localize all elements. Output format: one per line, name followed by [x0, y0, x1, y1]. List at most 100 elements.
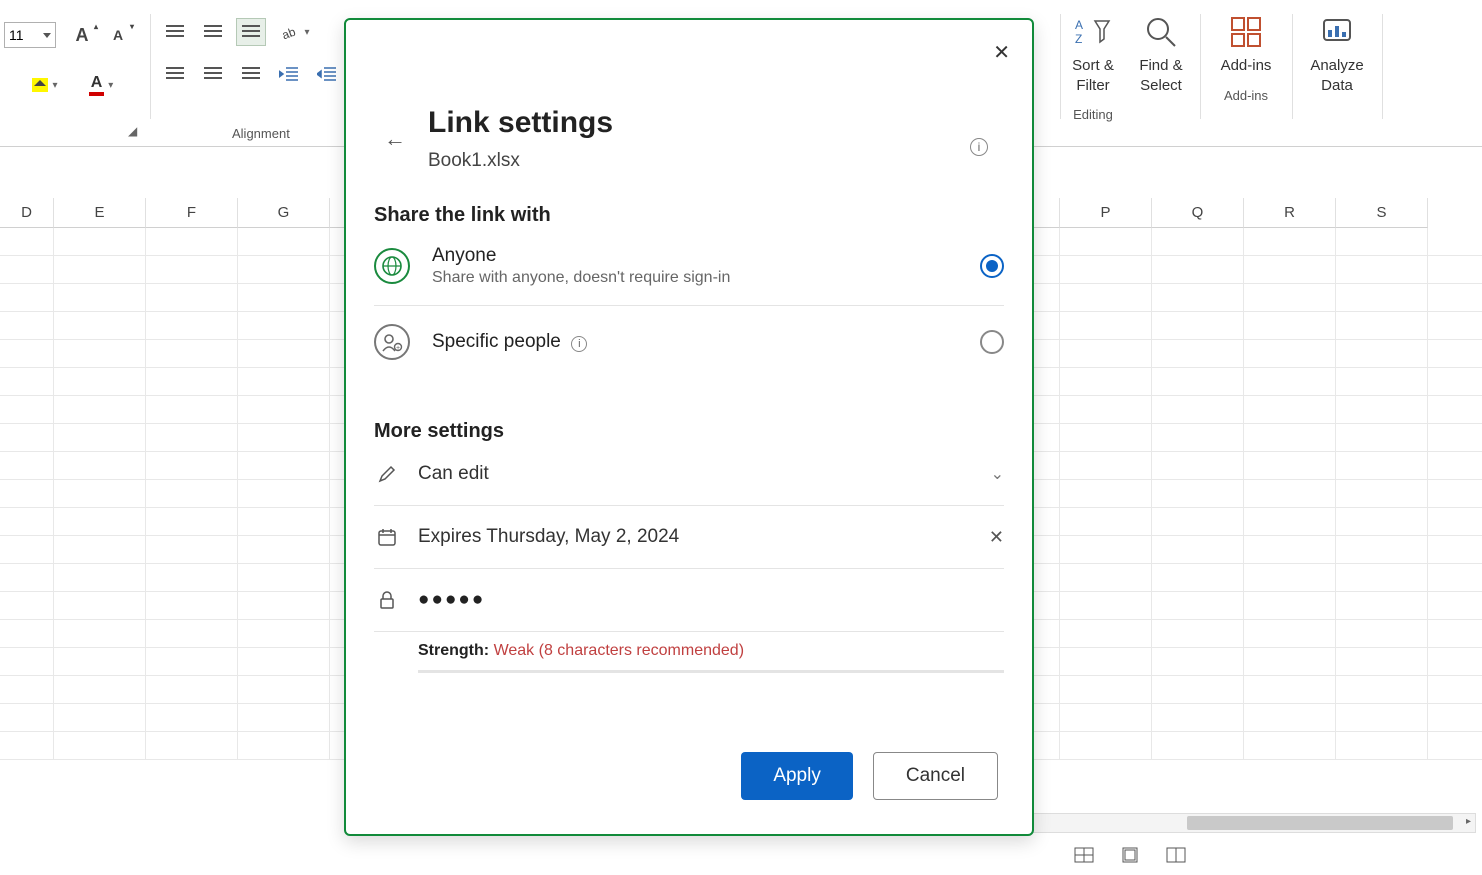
analyze-data-button[interactable]: Analyze Data [1296, 10, 1378, 95]
fill-color-button[interactable]: ▾ [28, 70, 62, 100]
find-select-button[interactable]: Find & Select [1126, 10, 1196, 95]
strength-label: Strength: [418, 642, 489, 659]
column-header[interactable]: D [0, 198, 54, 228]
chevron-down-icon[interactable]: ⌄ [991, 464, 1004, 484]
align-top-button[interactable] [160, 18, 190, 46]
column-header[interactable]: R [1244, 198, 1336, 228]
more-settings-heading: More settings [374, 420, 1004, 443]
dialog-footer: Apply Cancel [741, 752, 998, 800]
apply-button[interactable]: Apply [741, 752, 853, 800]
font-size-combo[interactable]: 11 [4, 22, 56, 48]
sort-filter-button[interactable]: AZ Sort & Filter Editing [1064, 10, 1122, 122]
analyze-icon [1315, 10, 1359, 54]
horizontal-scrollbar[interactable] [1030, 813, 1476, 833]
radio-selected[interactable] [980, 254, 1004, 278]
align-right-button[interactable] [236, 60, 266, 88]
clear-expiration-button[interactable]: ✕ [989, 527, 1004, 548]
share-option-specific[interactable]: + Specific people i [374, 306, 1004, 378]
align-center-button[interactable] [198, 60, 228, 88]
increase-font-size-button[interactable]: A [68, 22, 96, 48]
separator [1292, 14, 1293, 119]
password-setting[interactable]: ●●●●● [374, 569, 1004, 632]
align-bottom-button[interactable] [236, 18, 266, 46]
search-icon [1139, 10, 1183, 54]
option-title: Anyone [432, 245, 730, 267]
align-lines-icon [204, 67, 222, 81]
svg-text:+: + [396, 345, 400, 352]
chevron-down-icon[interactable]: ▾ [108, 80, 113, 91]
expires-text: Expires Thursday, May 2, 2024 [418, 526, 989, 548]
lock-icon [374, 587, 400, 613]
radio-unselected[interactable] [980, 330, 1004, 354]
normal-view-button[interactable] [1070, 843, 1098, 867]
chevron-down-icon[interactable]: ▾ [52, 80, 57, 91]
info-icon[interactable]: i [571, 336, 587, 352]
orientation-button[interactable]: ab ▾ [280, 18, 310, 46]
separator [1200, 14, 1201, 119]
option-desc: Share with anyone, doesn't require sign-… [432, 269, 730, 287]
alignment-group-label: Alignment [232, 126, 290, 141]
addins-btn-label: Add-ins [1210, 56, 1282, 76]
expires-label: Expires [418, 526, 481, 547]
align-lines-icon [166, 67, 184, 81]
align-left-button[interactable] [160, 60, 190, 88]
page-layout-view-button[interactable] [1116, 843, 1144, 867]
column-header[interactable]: F [146, 198, 238, 228]
align-lines-icon [242, 25, 260, 39]
people-icon: + [374, 324, 410, 360]
separator [1060, 14, 1061, 119]
find-select-label: Find & Select [1126, 56, 1196, 95]
option-text: Anyone Share with anyone, doesn't requir… [432, 245, 730, 287]
font-color-button[interactable]: A ▾ [84, 70, 118, 100]
close-button[interactable]: ✕ [993, 40, 1010, 65]
align-lines-icon [204, 25, 222, 39]
share-option-anyone[interactable]: Anyone Share with anyone, doesn't requir… [374, 227, 1004, 306]
dialog-launcher-icon[interactable]: ◢ [128, 124, 137, 138]
bucket-icon [32, 78, 48, 92]
font-color-a-icon: A [89, 74, 105, 96]
decrease-font-size-button[interactable]: A [104, 22, 132, 48]
page-break-view-button[interactable] [1162, 843, 1190, 867]
expires-value: Thursday, May 2, 2024 [486, 526, 679, 547]
dialog-filename: Book1.xlsx [428, 150, 520, 172]
info-icon[interactable]: i [970, 138, 988, 156]
sort-filter-label: Sort & Filter [1064, 56, 1122, 95]
password-strength: Strength: Weak (8 characters recommended… [374, 632, 1004, 664]
column-header[interactable]: P [1060, 198, 1152, 228]
addins-button[interactable]: Add-ins Add-ins [1210, 10, 1282, 103]
align-middle-button[interactable] [198, 18, 228, 46]
addins-icon [1224, 10, 1268, 54]
strength-value: Weak (8 characters recommended) [494, 642, 744, 659]
permission-setting[interactable]: Can edit ⌄ [374, 443, 1004, 506]
analyze-label: Analyze Data [1296, 56, 1378, 95]
page-break-icon [1166, 847, 1186, 863]
page-layout-icon [1120, 847, 1140, 863]
svg-text:ab: ab [281, 24, 299, 41]
decrease-indent-button[interactable] [274, 60, 304, 88]
chevron-down-icon[interactable]: ▾ [304, 27, 309, 38]
align-lines-icon [242, 67, 260, 81]
back-button[interactable]: ← [384, 126, 406, 152]
grid-view-icon [1074, 847, 1094, 863]
permission-label: Can edit [418, 463, 991, 485]
pencil-icon [374, 461, 400, 487]
calendar-icon [374, 524, 400, 550]
orientation-icon: ab [280, 23, 300, 41]
dialog-title: Link settings [428, 106, 613, 140]
column-header[interactable]: E [54, 198, 146, 228]
font-size-value: 11 [9, 27, 24, 43]
separator [150, 14, 151, 119]
cancel-button[interactable]: Cancel [873, 752, 998, 800]
svg-text:Z: Z [1075, 32, 1082, 46]
column-header[interactable]: Q [1152, 198, 1244, 228]
addins-group-label: Add-ins [1210, 88, 1282, 103]
column-header[interactable]: S [1336, 198, 1428, 228]
more-settings-section: More settings Can edit ⌄ Expires Thursda… [374, 420, 1004, 673]
option-title: Specific people [432, 331, 561, 352]
column-header[interactable]: G [238, 198, 330, 228]
indent-left-icon [279, 66, 299, 82]
indent-right-icon [317, 66, 337, 82]
view-switcher [1070, 835, 1190, 875]
increase-indent-button[interactable] [312, 60, 342, 88]
expires-setting[interactable]: Expires Thursday, May 2, 2024 ✕ [374, 506, 1004, 569]
